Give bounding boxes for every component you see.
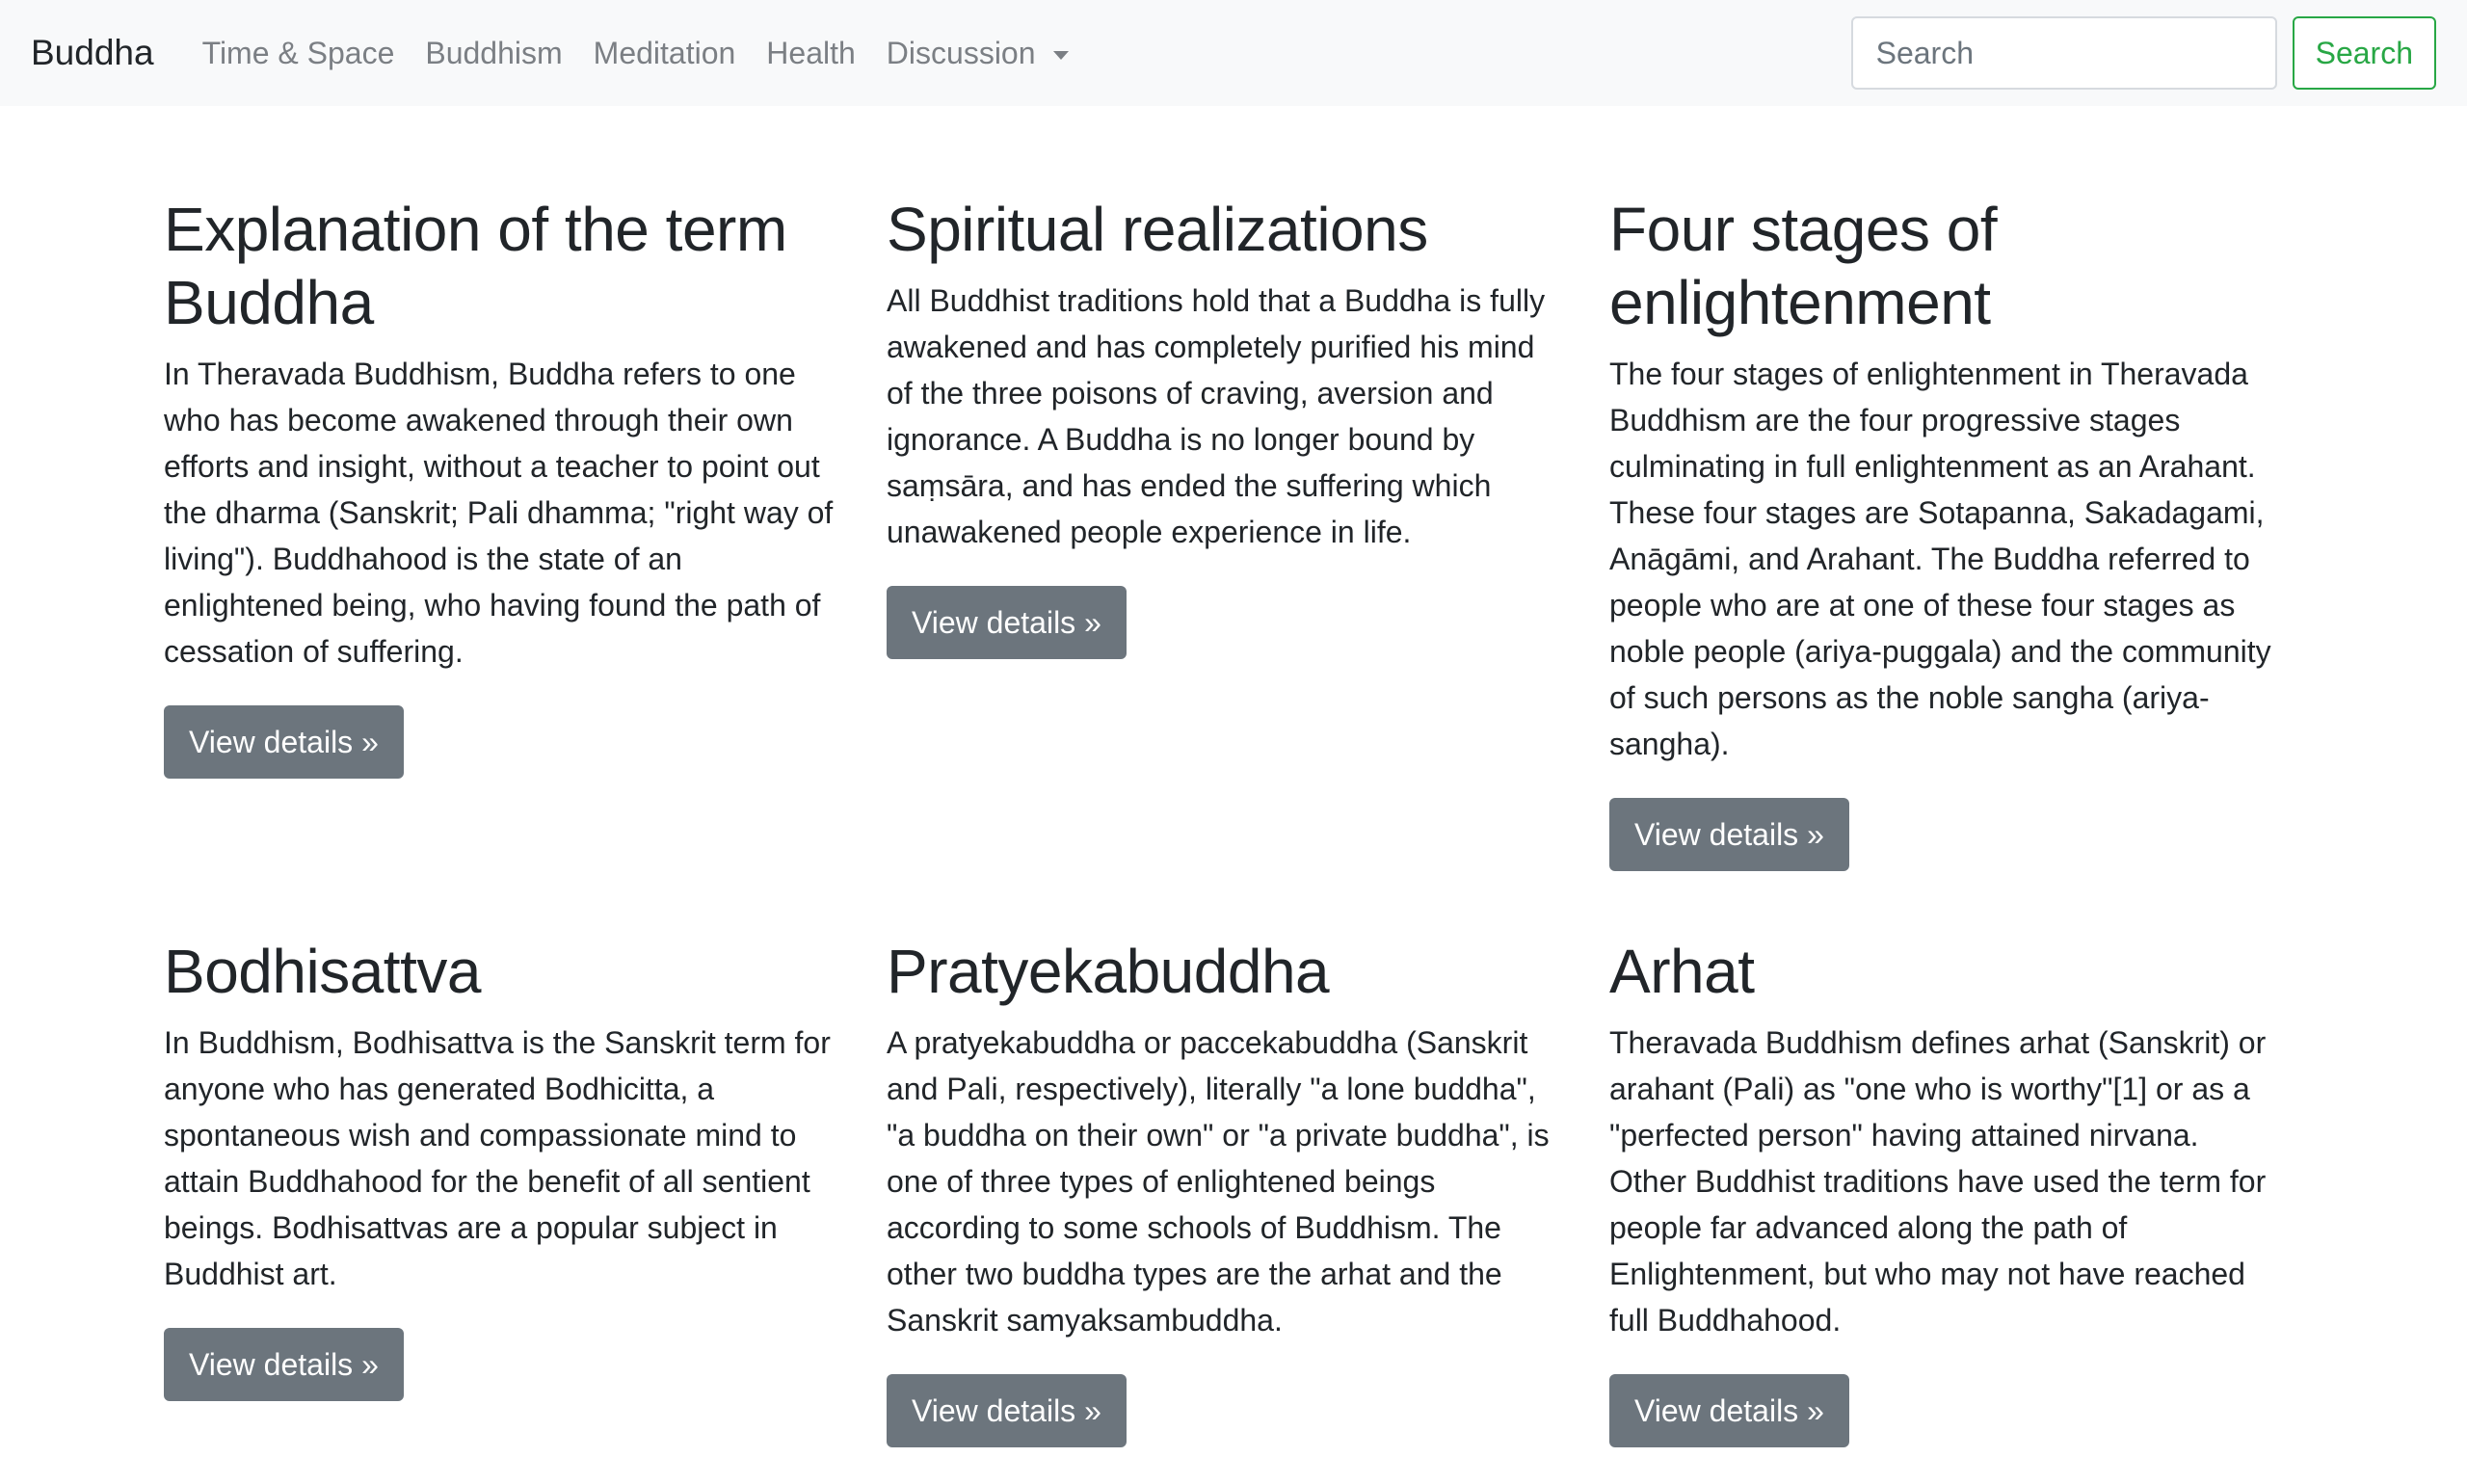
nav-link-time-space[interactable]: Time & Space: [187, 36, 411, 71]
view-details-button[interactable]: View details »: [164, 1328, 404, 1401]
card-title: Bodhisattva: [164, 937, 481, 1006]
view-details-button[interactable]: View details »: [164, 705, 404, 779]
navbar: Buddha Time & Space Buddhism Meditation …: [0, 0, 2467, 106]
card: Four stages of enlightenment The four st…: [1609, 193, 2303, 908]
card-text: In Theravada Buddhism, Buddha refers to …: [164, 357, 834, 669]
nav-link-label: Time & Space: [201, 35, 395, 70]
card-text: All Buddhist traditions hold that a Budd…: [887, 283, 1546, 549]
view-details-button[interactable]: View details »: [1609, 798, 1849, 871]
search-input[interactable]: [1850, 16, 2277, 90]
view-details-button[interactable]: View details »: [887, 1374, 1127, 1447]
nav-link-label: Meditation: [593, 35, 736, 70]
card-text: The four stages of enlightenment in Ther…: [1609, 357, 2271, 761]
main-content: Explanation of the term Buddha In Therav…: [164, 193, 2303, 1484]
view-details-button[interactable]: View details »: [1609, 1374, 1849, 1447]
nav-link-health[interactable]: Health: [751, 36, 871, 71]
card-row: Bodhisattva In Buddhism, Bodhisattva is …: [164, 935, 2303, 1484]
search-form: Search: [1850, 16, 2436, 90]
card-title: Four stages of enlightenment: [1609, 195, 1998, 337]
card: Spiritual realizations All Buddhist trad…: [887, 193, 1580, 908]
card-text: In Buddhism, Bodhisattva is the Sanskrit…: [164, 1025, 831, 1291]
card-text: A pratyekabuddha or paccekabuddha (Sansk…: [887, 1025, 1550, 1338]
card: Pratyekabuddha A pratyekabuddha or pacce…: [887, 935, 1580, 1484]
brand-link[interactable]: Buddha: [31, 33, 154, 73]
nav-link-buddhism[interactable]: Buddhism: [410, 36, 577, 71]
nav-link-meditation[interactable]: Meditation: [578, 36, 752, 71]
card: Explanation of the term Buddha In Therav…: [164, 193, 858, 908]
card: Bodhisattva In Buddhism, Bodhisattva is …: [164, 935, 858, 1484]
card: Arhat Theravada Buddhism defines arhat (…: [1609, 935, 2303, 1484]
nav-links: Time & Space Buddhism Meditation Health …: [187, 36, 1851, 71]
search-button[interactable]: Search: [2292, 16, 2436, 90]
nav-dropdown-discussion[interactable]: Discussion: [871, 36, 1084, 71]
nav-link-label: Health: [766, 35, 856, 70]
card-title: Explanation of the term Buddha: [164, 195, 787, 337]
view-details-button[interactable]: View details »: [887, 586, 1127, 659]
card-text: Theravada Buddhism defines arhat (Sanskr…: [1609, 1025, 2267, 1338]
card-title: Spiritual realizations: [887, 195, 1428, 264]
nav-link-label: Discussion: [886, 35, 1036, 70]
card-title: Pratyekabuddha: [887, 937, 1330, 1006]
nav-link-label: Buddhism: [425, 35, 563, 70]
card-row: Explanation of the term Buddha In Therav…: [164, 193, 2303, 908]
caret-down-icon: [1052, 50, 1069, 60]
card-title: Arhat: [1609, 937, 1755, 1006]
